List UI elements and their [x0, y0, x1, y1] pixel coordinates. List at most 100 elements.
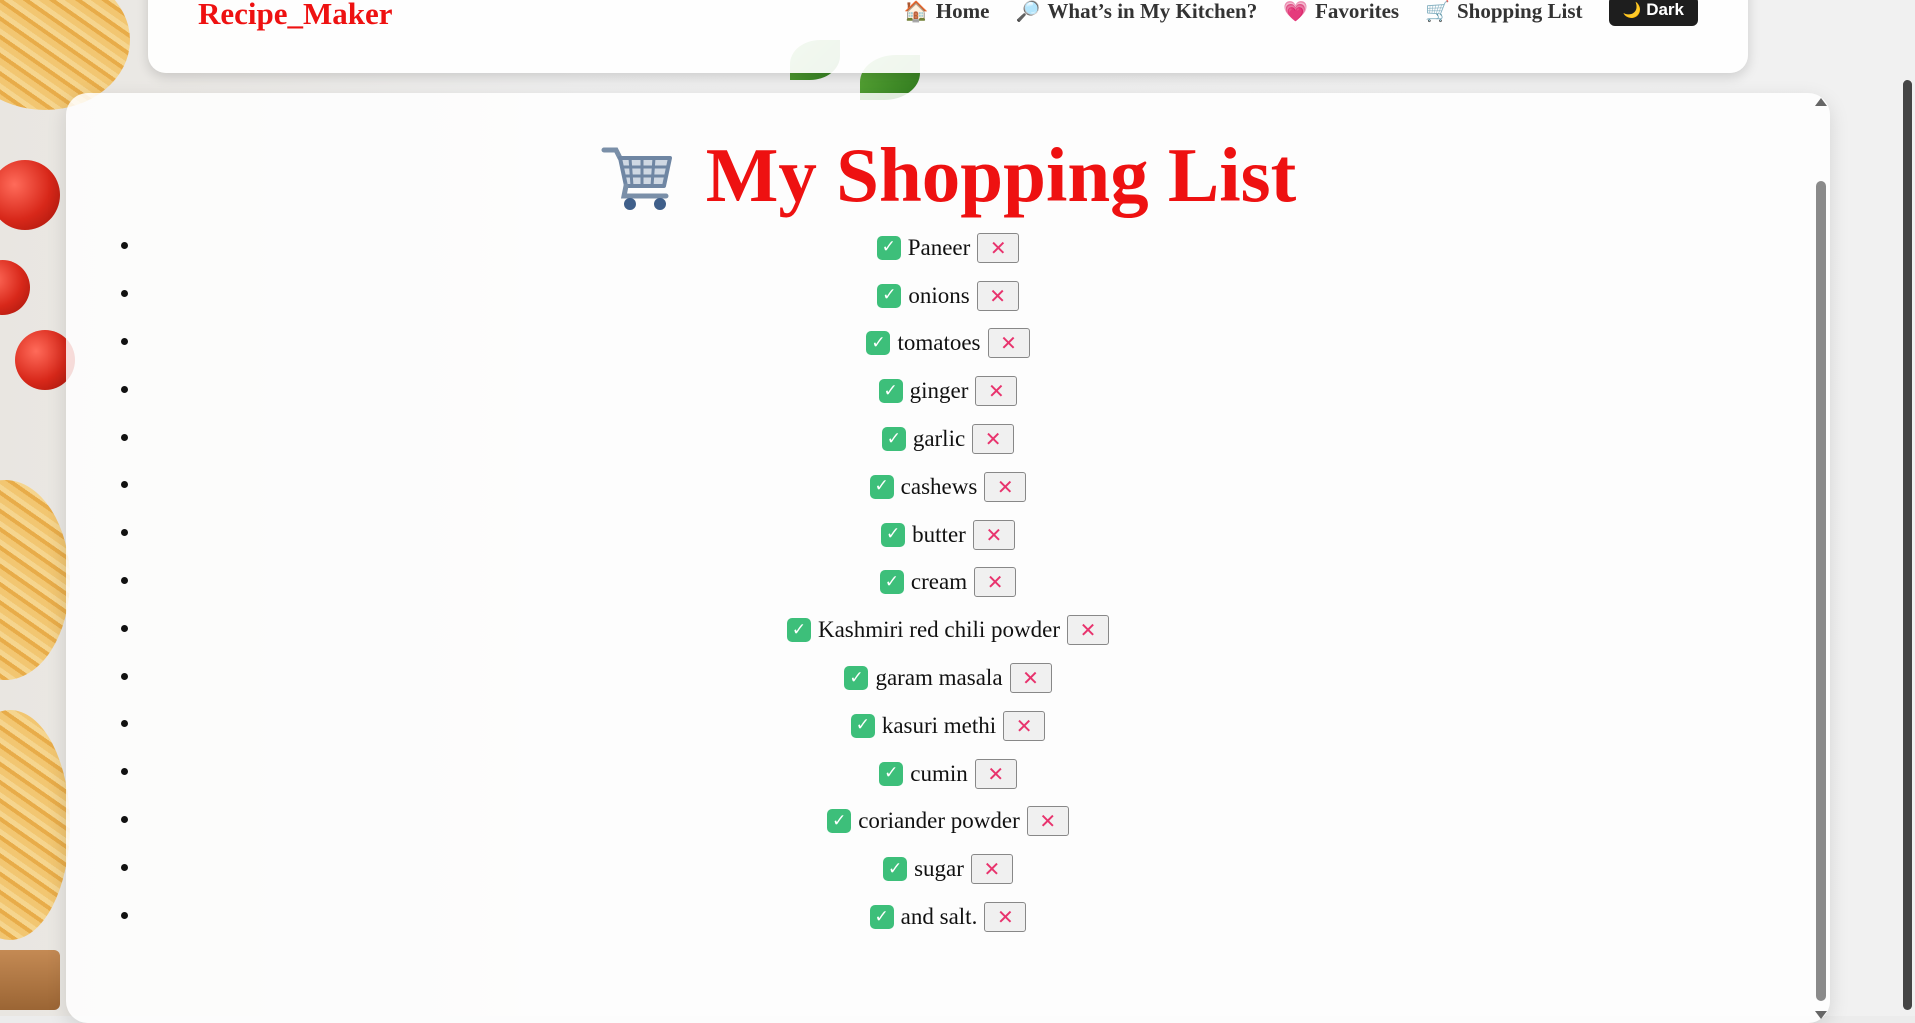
close-icon: ✕	[1000, 331, 1017, 356]
item-name: cumin	[910, 760, 968, 786]
list-item: ✓onions ✕	[141, 272, 1830, 320]
list-item-row: ✓onions ✕	[66, 272, 1830, 320]
shopping-list: ✓Paneer✕✓onions✕✓tomatoes✕✓ginger✕✓garli…	[66, 224, 1830, 941]
list-item: ✓butter ✕	[141, 511, 1830, 559]
item-name: ginger	[909, 378, 969, 404]
remove-item-button[interactable]: ✕	[987, 328, 1030, 359]
list-item-row: ✓and salt. ✕	[66, 893, 1830, 941]
list-item-row: ✓cashews ✕	[66, 463, 1830, 511]
list-item-row: ✓garam masala ✕	[66, 654, 1830, 702]
checkmark-icon: ✓	[844, 666, 869, 691]
remove-item-button[interactable]: ✕	[972, 519, 1015, 550]
page-title-text: My Shopping List	[705, 132, 1297, 218]
close-icon: ✕	[1039, 809, 1057, 834]
list-item: ✓kasuri methi ✕	[141, 702, 1830, 750]
remove-item-button[interactable]: ✕	[1003, 710, 1046, 741]
list-item: ✓Paneer ✕	[141, 224, 1830, 272]
panel-scrollbar[interactable]	[1813, 93, 1830, 1019]
nav-shopping-list-label: Shopping List	[1457, 0, 1583, 23]
close-icon: ✕	[996, 905, 1014, 930]
remove-item-button[interactable]: ✕	[970, 854, 1013, 885]
remove-item-button[interactable]: ✕	[977, 232, 1020, 263]
cutting-board-decoration	[0, 950, 60, 1010]
navbar: Recipe_Maker 🏠 Home 🔎 What’s in My Kitch…	[148, 0, 1748, 73]
item-name: onions	[908, 282, 970, 308]
close-icon: ✕	[996, 474, 1014, 499]
checkmark-icon: ✓	[883, 857, 908, 882]
checkmark-icon: ✓	[869, 905, 894, 930]
remove-item-button[interactable]: ✕	[984, 471, 1027, 502]
remove-item-button[interactable]: ✕	[1026, 806, 1069, 837]
nav-whats-in-my-kitchen[interactable]: 🔎 What’s in My Kitchen?	[1015, 0, 1257, 24]
close-icon: ✕	[986, 570, 1004, 595]
list-item: ✓garlic ✕	[141, 415, 1830, 463]
item-name: butter	[912, 521, 966, 547]
close-icon: ✕	[983, 857, 1001, 882]
brand-logo[interactable]: Recipe_Maker	[198, 0, 393, 32]
list-item-row: ✓Kashmiri red chili powder ✕	[66, 606, 1830, 654]
list-item: ✓and salt. ✕	[141, 893, 1830, 941]
list-item-row: ✓garlic ✕	[66, 415, 1830, 463]
shopping-list-panel: My Shopping List ✓Paneer✕✓onions✕✓tomato…	[66, 93, 1830, 1023]
checkmark-icon: ✓	[879, 761, 904, 786]
item-name: tomatoes	[897, 330, 981, 356]
nav-links: 🏠 Home 🔎 What’s in My Kitchen? 💗 Favorit…	[904, 0, 1698, 26]
checkmark-icon: ✓	[878, 379, 903, 404]
checkmark-icon: ✓	[869, 474, 894, 499]
list-item-row: ✓butter ✕	[66, 511, 1830, 559]
item-name: cream	[910, 569, 968, 595]
close-icon: ✕	[1015, 713, 1033, 738]
remove-item-button[interactable]: ✕	[974, 567, 1017, 598]
close-icon: ✕	[1022, 666, 1039, 691]
list-item: ✓cashews ✕	[141, 463, 1830, 511]
list-item: ✓tomatoes ✕	[141, 320, 1830, 368]
remove-item-button[interactable]: ✕	[984, 902, 1027, 933]
scroll-down-arrow-icon[interactable]	[1815, 1011, 1827, 1019]
close-icon: ✕	[987, 761, 1005, 786]
remove-item-button[interactable]: ✕	[1009, 663, 1052, 694]
tomato-decoration	[0, 160, 60, 230]
checkmark-icon: ✓	[786, 618, 811, 643]
nav-home-label: Home	[935, 0, 990, 23]
heart-icon: 💗	[1283, 0, 1309, 23]
list-item-row: ✓ginger ✕	[66, 367, 1830, 415]
tomato-decoration	[0, 260, 30, 315]
moon-icon: 🌙	[1622, 2, 1642, 19]
item-name: kasuri methi	[881, 712, 997, 738]
close-icon: ✕	[1079, 618, 1097, 643]
item-name: garlic	[912, 426, 966, 452]
remove-item-button[interactable]: ✕	[975, 376, 1018, 407]
page-scroll-thumb[interactable]	[1903, 80, 1912, 1010]
item-name: and salt.	[900, 904, 978, 930]
home-icon: 🏠	[903, 0, 929, 23]
list-item-row: ✓coriander powder ✕	[66, 798, 1830, 846]
list-item: ✓Kashmiri red chili powder ✕	[141, 606, 1830, 654]
nav-home[interactable]: 🏠 Home	[904, 0, 990, 24]
close-icon: ✕	[985, 522, 1003, 547]
list-item-row: ✓cumin ✕	[66, 750, 1830, 798]
checkmark-icon: ✓	[876, 235, 901, 260]
close-icon: ✕	[987, 379, 1005, 404]
remove-item-button[interactable]: ✕	[1067, 615, 1110, 646]
scroll-up-arrow-icon[interactable]	[1815, 98, 1827, 106]
nav-favorites[interactable]: 💗 Favorites	[1283, 0, 1399, 24]
remove-item-button[interactable]: ✕	[974, 758, 1017, 789]
checkmark-icon: ✓	[827, 809, 852, 834]
list-item-row: ✓sugar ✕	[66, 845, 1830, 893]
page-scrollbar[interactable]	[1900, 0, 1915, 1016]
dark-mode-label: Dark	[1646, 0, 1684, 19]
remove-item-button[interactable]: ✕	[976, 280, 1019, 311]
panel-scroll-thumb[interactable]	[1816, 181, 1826, 1001]
pasta-decoration	[0, 480, 70, 680]
search-icon: 🔎	[1015, 0, 1041, 23]
item-name: coriander powder	[858, 808, 1020, 834]
close-icon: ✕	[984, 427, 1002, 452]
list-item-row: ✓kasuri methi ✕	[66, 702, 1830, 750]
checkmark-icon: ✓	[850, 713, 875, 738]
remove-item-button[interactable]: ✕	[972, 424, 1015, 455]
nav-favorites-label: Favorites	[1315, 0, 1400, 23]
dark-mode-toggle[interactable]: 🌙 Dark	[1608, 0, 1698, 26]
nav-shopping-list[interactable]: 🛒 Shopping List	[1425, 0, 1582, 24]
shopping-cart-icon: 🛒	[1425, 0, 1450, 23]
checkmark-icon: ✓	[879, 570, 904, 595]
